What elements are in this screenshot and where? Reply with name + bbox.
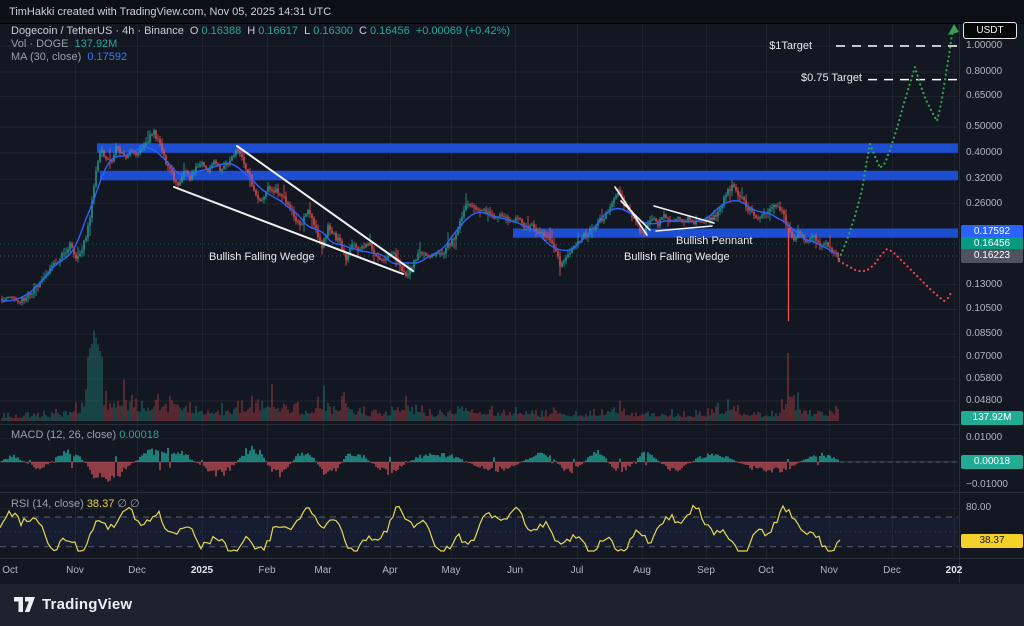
annotation-label[interactable]: Bullish Falling Wedge [624, 251, 730, 263]
time-tick-label: Dec [128, 565, 146, 576]
price-tick-label: 0.04800 [966, 395, 1002, 406]
ma-label: MA (30, close) [11, 51, 81, 63]
ohlc-low-value: 0.16300 [313, 25, 353, 37]
time-tick-label: Nov [820, 565, 838, 576]
time-tick-label: Aug [633, 565, 651, 576]
chart-legend: Dogecoin / TetherUS · 4h · Binance O0.16… [11, 26, 513, 65]
price-tick-label: 0.26000 [966, 198, 1002, 209]
rsi-value: 38.37 [87, 498, 115, 510]
annotation-label[interactable]: Bullish Pennant [676, 235, 752, 247]
tradingview-logo-icon [14, 597, 35, 612]
price-tick-label: 0.32000 [966, 173, 1002, 184]
tradingview-logo-text: TradingView [42, 596, 132, 613]
volume-legend-row[interactable]: Vol · DOGE 137.92M [11, 39, 513, 49]
time-tick-label: Sep [697, 565, 715, 576]
grid-layer [0, 24, 958, 558]
price-tick-label: 0.10500 [966, 303, 1002, 314]
time-tick-label: Oct [758, 565, 774, 576]
projection-layer [839, 24, 959, 301]
time-tick-label: Feb [258, 565, 275, 576]
ohlc-close-value: 0.16456 [370, 25, 410, 37]
time-tick-label: 2025 [191, 565, 213, 576]
macd-layer [0, 446, 958, 482]
time-tick-label: Dec [883, 565, 901, 576]
resistance-bands-layer [97, 143, 958, 237]
price-tick-label: 0.50000 [966, 121, 1002, 132]
volume-layer [1, 331, 838, 422]
time-tick-label: May [442, 565, 461, 576]
rsi-badge: 38.37 [961, 534, 1023, 548]
annotation-label[interactable]: $0.75 Target [801, 72, 862, 84]
time-tick-label: 202 [946, 565, 963, 576]
candles-layer [1, 129, 838, 322]
chart-canvas[interactable] [0, 0, 1024, 626]
price-tick-label: 1.00000 [966, 40, 1002, 51]
symbol-legend-row[interactable]: Dogecoin / TetherUS · 4h · Binance O0.16… [11, 26, 513, 36]
time-tick-label: Mar [314, 565, 331, 576]
up-arrowhead [948, 24, 959, 35]
macd-tick-label: −0.01000 [966, 479, 1008, 490]
rsi-legend-row[interactable]: RSI (14, close) 38.37 ∅ ∅ [11, 497, 140, 510]
volume-badge: 137.92M [961, 411, 1023, 425]
rsi-extra-values: ∅ ∅ [117, 498, 139, 510]
time-tick-label: Nov [66, 565, 84, 576]
macd-label: MACD (12, 26, close) [11, 429, 116, 441]
macd-value: 0.00018 [119, 429, 159, 441]
time-tick-label: Jun [507, 565, 523, 576]
macd-badge: 0.00018 [961, 455, 1023, 469]
tradingview-logo[interactable]: TradingView [14, 596, 132, 613]
annotation-label[interactable]: $1Target [769, 40, 812, 52]
volume-label: Vol · DOGE [11, 38, 68, 50]
time-tick-label: Jul [571, 565, 584, 576]
price-tick-label: 0.08500 [966, 328, 1002, 339]
volume-value: 137.92M [75, 38, 118, 50]
currency-toggle-button[interactable]: USDT [963, 22, 1017, 39]
time-tick-label: Oct [2, 565, 18, 576]
time-tick-label: Apr [382, 565, 398, 576]
price-tick-label: 0.07000 [966, 351, 1002, 362]
ohlc-open-label: O [190, 25, 199, 37]
prev-close-badge: 0.16223 [961, 249, 1023, 263]
ma30-line [2, 147, 838, 301]
rsi-tick-label: 80.00 [966, 502, 991, 513]
ma-value: 0.17592 [87, 51, 127, 63]
snapshot-footer: TradingView [0, 584, 1024, 626]
annotation-label[interactable]: Bullish Falling Wedge [209, 251, 315, 263]
rsi-band-layer [0, 517, 958, 547]
ohlc-open-value: 0.16388 [201, 25, 241, 37]
macd-legend-row[interactable]: MACD (12, 26, close) 0.00018 [11, 429, 159, 441]
price-tick-label: 0.80000 [966, 66, 1002, 77]
price-level-lines [0, 244, 958, 256]
rsi-label: RSI (14, close) [11, 498, 84, 510]
price-tick-label: 0.13000 [966, 279, 1002, 290]
attribution-text: TimHakki created with TradingView.com, N… [9, 6, 331, 18]
ohlc-low-label: L [304, 25, 310, 37]
attribution-bar: TimHakki created with TradingView.com, N… [0, 0, 1024, 24]
ma-legend-row[interactable]: MA (30, close) 0.17592 [11, 52, 513, 62]
ohlc-high-value: 0.16617 [258, 25, 298, 37]
change-value: +0.00069 (+0.42%) [416, 25, 510, 37]
price-tick-label: 0.65000 [966, 90, 1002, 101]
price-tick-label: 0.40000 [966, 147, 1002, 158]
ma-layer [2, 147, 838, 301]
symbol-title: Dogecoin / TetherUS · 4h · Binance [11, 25, 184, 37]
ohlc-close-label: C [359, 25, 367, 37]
ohlc-high-label: H [247, 25, 255, 37]
separators [0, 24, 1024, 583]
price-tick-label: 0.05800 [966, 373, 1002, 384]
macd-tick-label: 0.01000 [966, 432, 1002, 443]
